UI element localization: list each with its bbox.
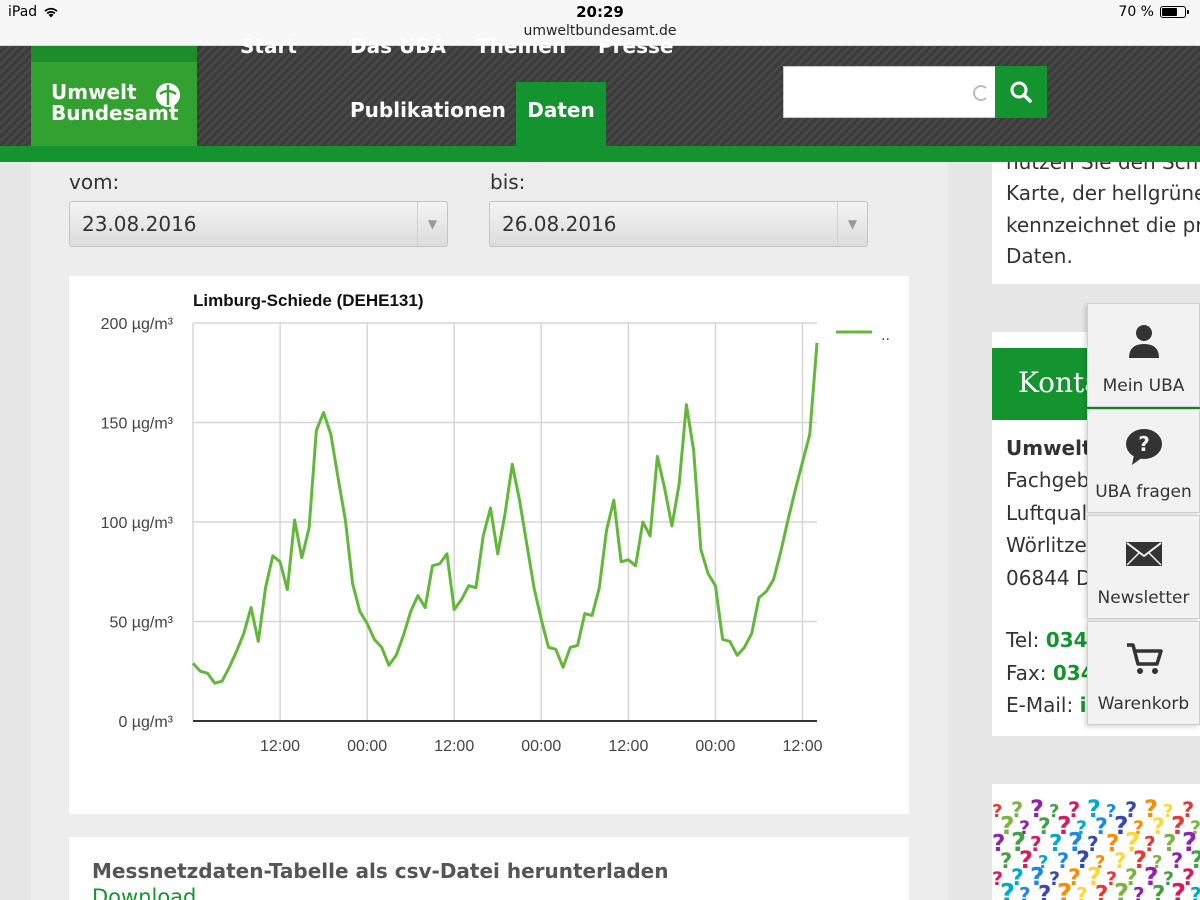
question-mark-glyph: ?: [1019, 883, 1031, 900]
email-value[interactable]: i: [1080, 693, 1087, 717]
svg-text:?: ?: [1138, 432, 1150, 456]
side-item-label: Newsletter: [1097, 588, 1190, 608]
download-link[interactable]: Download: [92, 885, 196, 900]
y-tick-label: 150 µg/m³: [101, 416, 174, 433]
line-chart: Limburg-Schiede (DEHE131) 0 µg/m³ 50 µg/m³…: [101, 291, 890, 755]
download-title: Messnetzdaten-Tabelle als csv-Datei heru…: [92, 859, 669, 883]
y-tick-label: 200 µg/m³: [101, 316, 174, 333]
info-line: kennzeichnet die pr: [1006, 213, 1200, 237]
to-date-select[interactable]: 26.08.2016 ▼: [489, 201, 868, 247]
x-tick-label: 00:00: [521, 738, 561, 755]
side-toolbar: Mein UBA ? UBA fragen Newsletter Warenko…: [1087, 303, 1200, 728]
contact-line: Luftqual: [1006, 501, 1088, 525]
chart-card: Limburg-Schiede (DEHE131) 0 µg/m³ 50 µg/m³…: [69, 276, 909, 814]
series-line: [191, 342, 819, 685]
download-card: Messnetzdaten-Tabelle als csv-Datei heru…: [69, 837, 909, 900]
nav-item-daten-label: Daten: [527, 98, 595, 122]
clock: 20:29: [576, 3, 624, 21]
question-mark-teaser[interactable]: ????????????????????????????????????????…: [992, 784, 1200, 900]
nav-item-presse[interactable]: Presse: [598, 34, 673, 58]
to-date-value: 26.08.2016: [502, 212, 617, 236]
uba-fragen-button[interactable]: ? UBA fragen: [1087, 409, 1200, 513]
logo[interactable]: Umwelt Bundesamt: [31, 46, 197, 146]
uba-emblem-icon: [156, 83, 180, 107]
x-tick-label: 12:00: [260, 738, 300, 755]
question-marks-image: ????????????????????????????????????????…: [992, 797, 1200, 900]
header-divider: [0, 146, 1200, 162]
from-label: vom:: [69, 170, 120, 194]
from-date-value: 23.08.2016: [82, 212, 197, 236]
legend-label: ..: [881, 327, 890, 344]
nav-item-das-uba[interactable]: Das UBA: [350, 34, 446, 58]
fax-label: Fax:: [1006, 661, 1047, 685]
tel-value[interactable]: 034: [1046, 628, 1088, 652]
chart-title: Limburg-Schiede (DEHE131): [193, 291, 424, 310]
battery-level: [1162, 8, 1177, 16]
side-item-label: UBA fragen: [1095, 482, 1192, 502]
envelope-icon: [1125, 542, 1162, 566]
contact-email: E-Mail: i: [1006, 693, 1086, 717]
contact-line: Wörlitze: [1006, 533, 1087, 557]
map-info-card: nutzen Sie den Sch Karte, der hellgrüne …: [992, 162, 1200, 284]
cart-icon: [1126, 643, 1163, 674]
info-line: Daten.: [1006, 244, 1073, 268]
chevron-down-icon: ▼: [417, 202, 447, 246]
side-item-label: Mein UBA: [1102, 376, 1185, 396]
battery-percent: 70 %: [1118, 4, 1154, 20]
user-icon: [1128, 325, 1159, 358]
info-line: Karte, der hellgrüne: [1006, 181, 1200, 205]
logo-strip: [31, 46, 197, 62]
warenkorb-button[interactable]: Warenkorb: [1087, 621, 1200, 725]
contact-tel: Tel: 034: [1006, 628, 1088, 652]
chevron-down-icon: ▼: [837, 202, 867, 246]
contact-line: 06844 D: [1006, 566, 1092, 590]
question-mark-glyph: ?: [1114, 879, 1129, 900]
search-input[interactable]: [783, 66, 995, 118]
question-mark-glyph: ?: [1057, 879, 1072, 900]
question-mark-glyph: ?: [1000, 879, 1015, 900]
mein-uba-button[interactable]: Mein UBA: [1087, 303, 1200, 407]
x-tick-label: 12:00: [608, 738, 648, 755]
site-header: Umwelt Bundesamt Start Das UBA Themen Pr…: [0, 34, 1200, 146]
side-item-label: Warenkorb: [1097, 694, 1190, 714]
nav-item-start[interactable]: Start: [240, 34, 297, 58]
question-mark-glyph: ?: [1190, 883, 1200, 900]
question-mark-glyph: ?: [1076, 883, 1088, 900]
y-tick-label: 100 µg/m³: [101, 515, 174, 532]
search-button[interactable]: [995, 66, 1047, 118]
x-tick-label: 12:00: [434, 738, 474, 755]
contact-line: Fachgeb: [1006, 468, 1090, 492]
nav-item-daten[interactable]: Daten: [516, 82, 606, 146]
info-line: nutzen Sie den Sch: [1006, 162, 1199, 174]
x-tick-label: 00:00: [347, 738, 387, 755]
email-label: E-Mail:: [1006, 693, 1074, 717]
question-mark-glyph: ?: [1133, 883, 1145, 900]
y-tick-label: 50 µg/m³: [110, 615, 174, 632]
status-right: 70 %: [1118, 4, 1189, 20]
battery-icon: [1160, 6, 1189, 18]
question-bubble-icon: ?: [1125, 429, 1162, 465]
loading-spinner-icon: [973, 85, 989, 101]
nav-item-publikationen[interactable]: Publikationen: [350, 98, 506, 122]
to-label: bis:: [490, 170, 526, 194]
question-mark-glyph: ?: [1038, 882, 1051, 900]
question-mark-glyph: ?: [1152, 882, 1165, 900]
x-tick-label: 12:00: [782, 738, 822, 755]
search-icon: [1010, 81, 1032, 103]
nav-item-themen[interactable]: Themen: [476, 34, 566, 58]
from-date-select[interactable]: 23.08.2016 ▼: [69, 201, 448, 247]
y-tick-label: 0 µg/m³: [118, 714, 173, 731]
x-tick-label: 00:00: [695, 738, 735, 755]
question-mark-glyph: ?: [1171, 879, 1186, 900]
question-mark-glyph: ?: [1095, 882, 1108, 900]
tel-label: Tel:: [1006, 628, 1040, 652]
newsletter-button[interactable]: Newsletter: [1087, 515, 1200, 619]
contact-fax: Fax: 034: [1006, 661, 1095, 685]
